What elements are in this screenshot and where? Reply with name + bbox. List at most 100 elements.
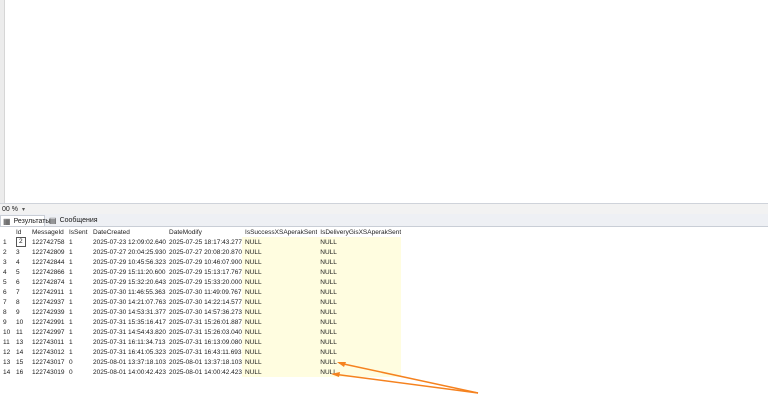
row-number[interactable]: 5 <box>0 277 13 287</box>
table-row[interactable]: 2 3 122742809 1 2025-07-27 20:04:25.930 2025-… <box>0 247 402 257</box>
table-cell[interactable]: NULL <box>242 327 318 337</box>
column-header[interactable]: IsSuccessXSAperakSent <box>242 227 318 237</box>
table-cell[interactable]: NULL <box>242 347 318 357</box>
table-row[interactable]: 4 5 122742866 1 2025-07-29 15:11:20.600 2025-… <box>0 267 402 277</box>
table-cell[interactable]: NULL <box>242 297 318 307</box>
table-cell[interactable]: 7 <box>13 287 29 297</box>
table-row[interactable]: 1 2 122742758 1 2025-07-23 12:09:02.640 2025-… <box>0 237 402 247</box>
table-cell[interactable]: NULL <box>242 237 318 247</box>
table-cell[interactable]: 2025-07-29 10:46:07.900 <box>166 257 242 267</box>
table-cell[interactable]: NULL <box>317 347 402 357</box>
query-editor[interactable] <box>0 0 768 203</box>
table-cell[interactable]: 2025-07-29 15:13:17.767 <box>166 267 242 277</box>
table-cell[interactable]: 122742874 <box>29 277 66 287</box>
table-cell[interactable]: 2025-07-30 11:46:55.363 <box>90 287 166 297</box>
table-cell[interactable]: 122742866 <box>29 267 66 277</box>
table-row[interactable]: 13 15 122743017 0 2025-08-01 13:37:18.103 202… <box>0 357 402 367</box>
table-cell[interactable]: 4 <box>13 257 29 267</box>
table-cell[interactable]: 10 <box>13 317 29 327</box>
table-cell[interactable]: 1 <box>66 347 90 357</box>
table-row[interactable]: 9 10 122742991 1 2025-07-31 15:35:16.417 2025… <box>0 317 402 327</box>
tab-messages[interactable]: ▤ Сообщения <box>47 215 98 226</box>
row-number[interactable]: 6 <box>0 287 13 297</box>
row-number[interactable]: 12 <box>0 347 13 357</box>
row-number[interactable]: 3 <box>0 257 13 267</box>
table-cell[interactable]: 2025-07-31 15:26:01.887 <box>166 317 242 327</box>
table-cell[interactable]: NULL <box>242 287 318 297</box>
table-cell[interactable]: 2025-07-30 14:22:14.577 <box>166 297 242 307</box>
table-cell[interactable]: 11 <box>13 327 29 337</box>
table-cell[interactable]: NULL <box>317 337 402 347</box>
table-cell[interactable]: NULL <box>242 277 318 287</box>
table-cell[interactable]: NULL <box>317 267 402 277</box>
table-cell[interactable]: NULL <box>317 277 402 287</box>
table-cell[interactable]: 2025-08-01 14:00:42.423 <box>90 367 166 377</box>
row-number[interactable]: 4 <box>0 267 13 277</box>
table-cell[interactable]: NULL <box>317 307 402 317</box>
row-number[interactable]: 10 <box>0 327 13 337</box>
row-number[interactable]: 1 <box>0 237 13 247</box>
table-cell[interactable]: 122743011 <box>29 337 66 347</box>
table-cell[interactable]: 1 <box>66 287 90 297</box>
table-cell[interactable]: 0 <box>66 367 90 377</box>
table-row[interactable]: 6 7 122742911 1 2025-07-30 11:46:55.363 2025-… <box>0 287 402 297</box>
table-cell[interactable]: 122742997 <box>29 327 66 337</box>
table-cell[interactable]: 9 <box>13 307 29 317</box>
tab-results[interactable]: ▦ Результаты <box>0 215 50 226</box>
table-cell[interactable]: 16 <box>13 367 29 377</box>
table-cell[interactable]: 122742991 <box>29 317 66 327</box>
table-cell[interactable]: NULL <box>317 287 402 297</box>
table-cell[interactable]: 1 <box>66 297 90 307</box>
table-cell[interactable]: NULL <box>317 297 402 307</box>
table-cell[interactable]: 2025-07-30 11:49:09.767 <box>166 287 242 297</box>
table-cell[interactable]: 1 <box>66 267 90 277</box>
table-cell[interactable]: 2025-07-29 15:32:20.643 <box>90 277 166 287</box>
table-cell[interactable]: 1 <box>66 307 90 317</box>
table-row[interactable]: 10 11 122742997 1 2025-07-31 14:54:43.820 202… <box>0 327 402 337</box>
table-row[interactable]: 12 14 122743012 1 2025-07-31 16:41:05.323 202… <box>0 347 402 357</box>
table-cell[interactable]: 13 <box>13 337 29 347</box>
table-cell[interactable]: 2025-08-01 14:00:42.423 <box>166 367 242 377</box>
table-row[interactable]: 8 9 122742939 1 2025-07-30 14:53:31.377 2025-… <box>0 307 402 317</box>
corner-cell[interactable] <box>0 227 13 237</box>
table-cell[interactable]: 2025-07-31 16:13:09.080 <box>166 337 242 347</box>
table-cell[interactable]: 2025-07-31 15:35:16.417 <box>90 317 166 327</box>
table-cell[interactable]: 2025-07-30 14:57:36.273 <box>166 307 242 317</box>
table-cell[interactable]: NULL <box>242 307 318 317</box>
table-cell[interactable]: 2025-07-31 16:43:11.693 <box>166 347 242 357</box>
table-cell[interactable]: 15 <box>13 357 29 367</box>
table-row[interactable]: 7 8 122742937 1 2025-07-30 14:21:07.763 2025-… <box>0 297 402 307</box>
row-number[interactable]: 13 <box>0 357 13 367</box>
table-cell[interactable]: NULL <box>317 237 402 247</box>
row-number[interactable]: 7 <box>0 297 13 307</box>
table-cell[interactable]: 122742911 <box>29 287 66 297</box>
table-cell[interactable]: 2025-07-30 14:53:31.377 <box>90 307 166 317</box>
column-header[interactable]: IsSent <box>66 227 90 237</box>
table-cell[interactable]: NULL <box>317 327 402 337</box>
table-cell[interactable]: NULL <box>242 257 318 267</box>
row-number[interactable]: 9 <box>0 317 13 327</box>
table-cell[interactable]: NULL <box>242 317 318 327</box>
table-cell[interactable]: 2025-07-27 20:08:20.870 <box>166 247 242 257</box>
table-cell[interactable]: 2025-07-29 10:45:56.323 <box>90 257 166 267</box>
table-cell[interactable]: 2025-07-27 20:04:25.930 <box>90 247 166 257</box>
table-cell[interactable]: 1 <box>66 337 90 347</box>
column-header[interactable]: IsDeliveryGisXSAperakSent <box>317 227 402 237</box>
table-cell[interactable]: 2025-07-29 15:33:20.000 <box>166 277 242 287</box>
table-cell[interactable]: 1 <box>66 277 90 287</box>
table-cell[interactable]: 2025-07-25 18:17:43.277 <box>166 237 242 247</box>
table-row[interactable]: 5 6 122742874 1 2025-07-29 15:32:20.643 2025-… <box>0 277 402 287</box>
table-cell[interactable]: NULL <box>242 357 318 367</box>
column-header[interactable]: DateModify <box>166 227 243 237</box>
row-number[interactable]: 2 <box>0 247 13 257</box>
table-cell[interactable]: 2025-07-31 14:54:43.820 <box>90 327 166 337</box>
table-cell[interactable]: NULL <box>242 267 318 277</box>
table-cell[interactable]: 122742844 <box>29 257 66 267</box>
table-cell[interactable]: 3 <box>13 247 29 257</box>
table-cell[interactable]: 2025-07-29 15:11:20.600 <box>90 267 166 277</box>
table-cell[interactable]: 2025-07-31 16:11:34.713 <box>90 337 166 347</box>
table-cell[interactable]: 14 <box>13 347 29 357</box>
zoom-level[interactable]: 00 % <box>0 206 18 213</box>
table-cell[interactable]: 5 <box>13 267 29 277</box>
row-number[interactable]: 11 <box>0 337 13 347</box>
